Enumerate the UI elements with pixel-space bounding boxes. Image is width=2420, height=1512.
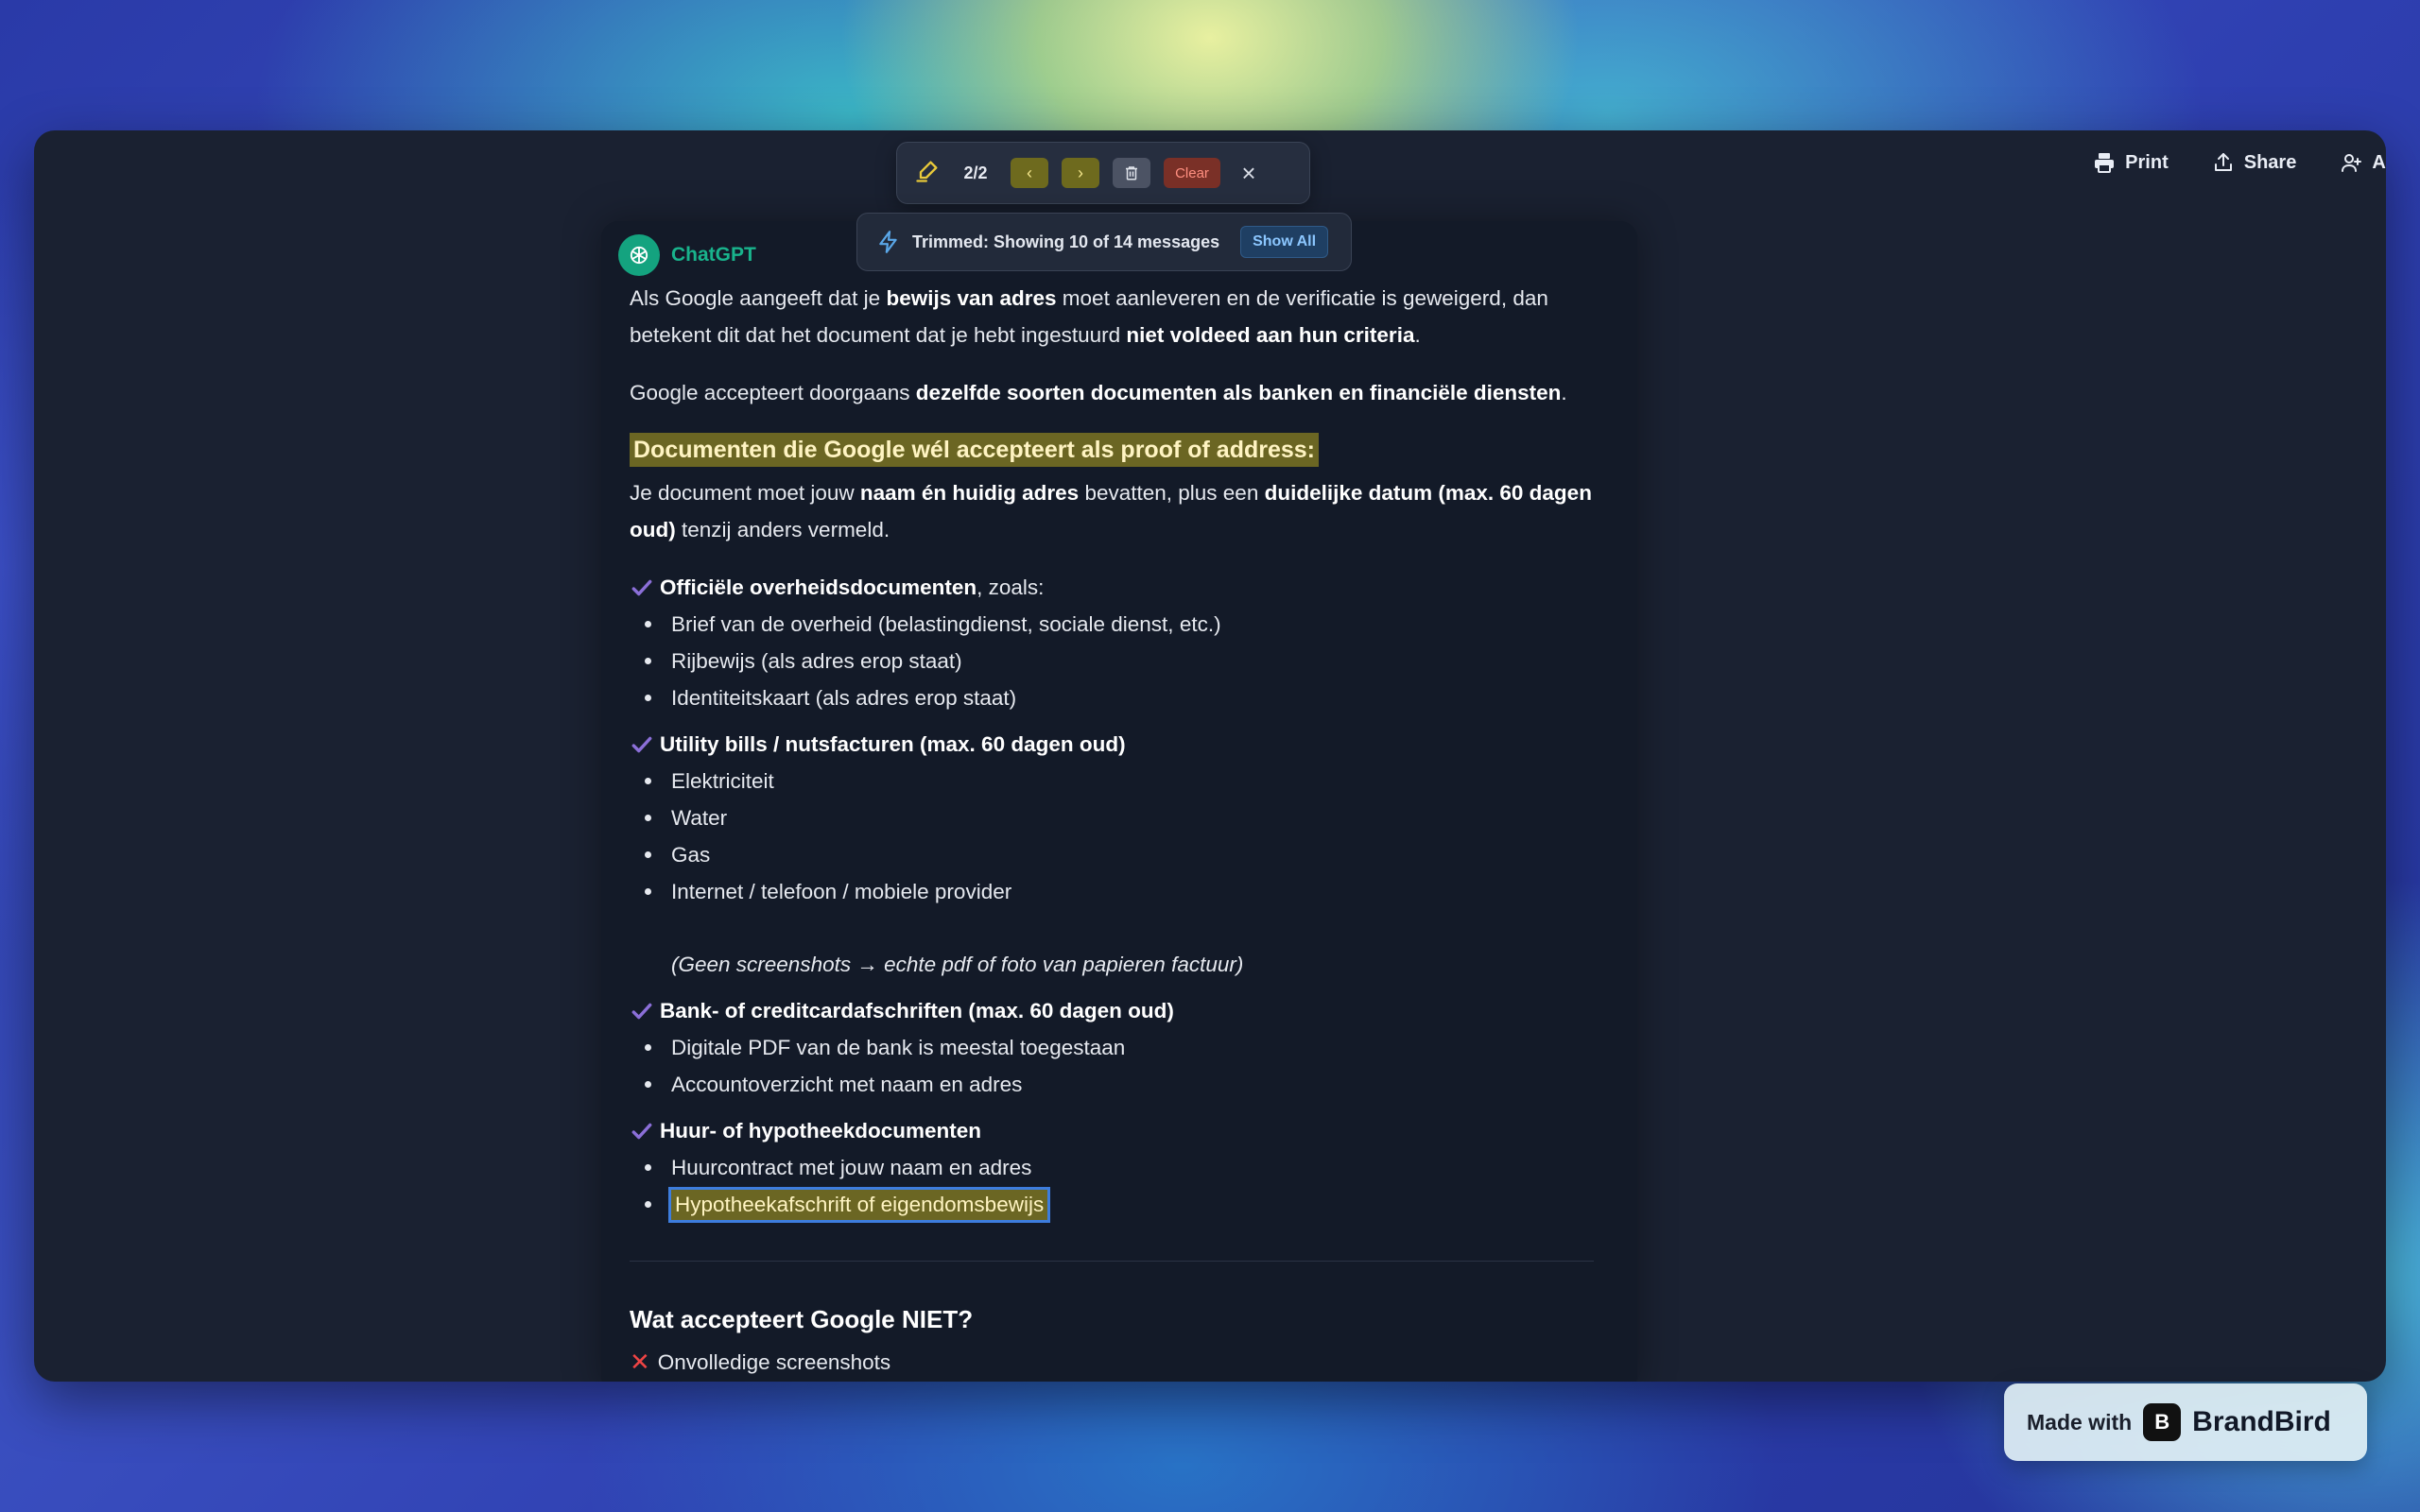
next-highlight-button[interactable]: › bbox=[1062, 158, 1099, 188]
bullet-list: Digitale PDF van de bank is meestal toeg… bbox=[630, 1029, 1594, 1103]
section-title: Bank- of creditcardafschriften (max. 60 … bbox=[630, 992, 1594, 1029]
section-title-text: Utility bills / nutsfacturen (max. 60 da… bbox=[660, 732, 1126, 756]
not-accepted-item: ✕ Onvolledige screenshots bbox=[630, 1344, 1594, 1381]
list-item: Identiteitskaart (als adres erop staat) bbox=[630, 679, 1594, 716]
printer-icon bbox=[2095, 153, 2115, 173]
section-title-text: Bank- of creditcardafschriften (max. 60 … bbox=[660, 999, 1174, 1022]
made-with-label: Made with bbox=[2027, 1409, 2133, 1435]
bullet-list: Brief van de overheid (belastingdienst, … bbox=[630, 606, 1594, 716]
delete-highlight-button[interactable] bbox=[1113, 158, 1150, 188]
app-window: Print Share Ad 2/2 ‹ › Clear × ChatGPT bbox=[34, 130, 2386, 1382]
not-accepted-heading: Wat accepteert Google NIET? bbox=[630, 1305, 974, 1333]
section-title: Huur- of hypotheekdocumenten bbox=[630, 1112, 1594, 1149]
bullet-list: Huurcontract met jouw naam en adres Hypo… bbox=[630, 1149, 1594, 1223]
trim-notice: Trimmed: Showing 10 of 14 messages Show … bbox=[856, 213, 1352, 271]
add-user-button[interactable]: Ad bbox=[2340, 151, 2386, 174]
text: Google accepteert doorgaans bbox=[630, 381, 916, 404]
chevron-left-icon: ‹ bbox=[1027, 163, 1032, 182]
paragraph-1: Als Google aangeeft dat je bewijs van ad… bbox=[630, 280, 1594, 353]
list-item: Accountoverzicht met naam en adres bbox=[630, 1066, 1594, 1103]
section-government-docs: Officiële overheidsdocumenten, zoals: Br… bbox=[630, 569, 1594, 716]
list-item: Huurcontract met jouw naam en adres bbox=[630, 1149, 1594, 1186]
text: bevatten, plus een bbox=[1079, 481, 1265, 505]
highlighter-icon[interactable] bbox=[914, 158, 941, 189]
checkmark-icon bbox=[631, 1123, 652, 1139]
print-button[interactable]: Print bbox=[2093, 151, 2169, 174]
list-item: Hypotheekafschrift of eigendomsbewijs bbox=[630, 1186, 1594, 1223]
divider bbox=[630, 1261, 1594, 1262]
trim-notice-text: Trimmed: Showing 10 of 14 messages bbox=[912, 232, 1220, 251]
chat-message-card: ChatGPT Als Google aangeeft dat je bewij… bbox=[601, 221, 1637, 1382]
heading-text[interactable]: Documenten die Google wél accepteert als… bbox=[630, 433, 1319, 467]
bold-text: bewijs van adres bbox=[886, 286, 1057, 310]
section-utility-bills: Utility bills / nutsfacturen (max. 60 da… bbox=[630, 726, 1594, 983]
author-name: ChatGPT bbox=[671, 244, 756, 266]
text: Als Google aangeeft dat je bbox=[630, 286, 887, 310]
paragraph-2: Google accepteert doorgaans dezelfde soo… bbox=[630, 374, 1594, 411]
section-title-text: Huur- of hypotheekdocumenten bbox=[660, 1119, 982, 1143]
note-text: (Geen screenshots → echte pdf of foto va… bbox=[671, 953, 1244, 976]
brand-name: BrandBird bbox=[2192, 1406, 2331, 1437]
trash-icon bbox=[1126, 166, 1137, 180]
list-item: Gas bbox=[630, 836, 1594, 873]
highlight-count: 2/2 bbox=[963, 163, 988, 182]
section-title: Officiële overheidsdocumenten, zoals: bbox=[630, 569, 1594, 606]
cross-icon: ✕ bbox=[630, 1348, 650, 1376]
list-item: Water bbox=[630, 799, 1594, 836]
add-user-label: Ad bbox=[2372, 151, 2386, 173]
brandbird-logo-icon: B bbox=[2143, 1403, 2182, 1441]
message-author: ChatGPT bbox=[618, 234, 756, 276]
brandbird-badge[interactable]: Made with B BrandBird bbox=[2004, 1383, 2367, 1461]
highlighted-heading: Documenten die Google wél accepteert als… bbox=[630, 432, 1594, 474]
list-item: Elektriciteit bbox=[630, 763, 1594, 799]
user-add-icon bbox=[2342, 154, 2362, 172]
bold-text: dezelfde soorten documenten als banken e… bbox=[915, 381, 1562, 404]
highlight-toolbar: 2/2 ‹ › Clear × bbox=[896, 142, 1310, 204]
list-item: Brief van de overheid (belastingdienst, … bbox=[630, 606, 1594, 643]
clear-highlights-button[interactable]: Clear bbox=[1164, 158, 1220, 188]
text: Je document moet jouw bbox=[630, 481, 860, 505]
chevron-right-icon: › bbox=[1078, 163, 1083, 182]
section-bank-statements: Bank- of creditcardafschriften (max. 60 … bbox=[630, 992, 1594, 1103]
share-icon bbox=[2214, 153, 2232, 171]
checkmark-icon bbox=[631, 579, 652, 595]
section-title-suffix: , zoals: bbox=[977, 576, 1045, 599]
checkmark-icon bbox=[631, 1003, 652, 1019]
active-highlight[interactable]: Hypotheekafschrift of eigendomsbewijs bbox=[667, 1187, 1051, 1223]
share-button[interactable]: Share bbox=[2212, 151, 2297, 174]
chatgpt-logo-icon bbox=[630, 246, 648, 265]
text: . bbox=[1561, 381, 1567, 404]
text: tenzij anders vermeld. bbox=[675, 518, 890, 541]
show-all-button[interactable]: Show All bbox=[1240, 226, 1329, 258]
bullet-list: Elektriciteit Water Gas Internet / telef… bbox=[630, 763, 1594, 910]
checkmark-icon bbox=[631, 736, 652, 752]
bold-text: niet voldeed aan hun criteria bbox=[1126, 323, 1415, 347]
bold-text: naam én huidig adres bbox=[859, 481, 1080, 505]
section-title: Utility bills / nutsfacturen (max. 60 da… bbox=[630, 726, 1594, 763]
list-item: Internet / telefoon / mobiele provider bbox=[630, 873, 1594, 910]
list-item: Digitale PDF van de bank is meestal toeg… bbox=[630, 1029, 1594, 1066]
share-label: Share bbox=[2243, 151, 2297, 173]
print-label: Print bbox=[2125, 151, 2169, 173]
topbar-actions: Print Share Ad bbox=[2093, 151, 2386, 174]
not-accepted-text: Onvolledige screenshots bbox=[657, 1350, 891, 1374]
close-icon[interactable]: × bbox=[1234, 159, 1264, 188]
chatgpt-avatar bbox=[618, 234, 660, 276]
section-title-text: Officiële overheidsdocumenten bbox=[660, 576, 977, 599]
section-rent-mortgage: Huur- of hypotheekdocumenten Huurcontrac… bbox=[630, 1112, 1594, 1223]
message-body: Als Google aangeeft dat je bewijs van ad… bbox=[630, 280, 1594, 1381]
prev-highlight-button[interactable]: ‹ bbox=[1011, 158, 1048, 188]
lightning-icon bbox=[879, 231, 897, 253]
list-item: Rijbewijs (als adres erop staat) bbox=[630, 643, 1594, 679]
paragraph-3: Je document moet jouw naam én huidig adr… bbox=[630, 474, 1594, 548]
text: . bbox=[1414, 323, 1421, 347]
